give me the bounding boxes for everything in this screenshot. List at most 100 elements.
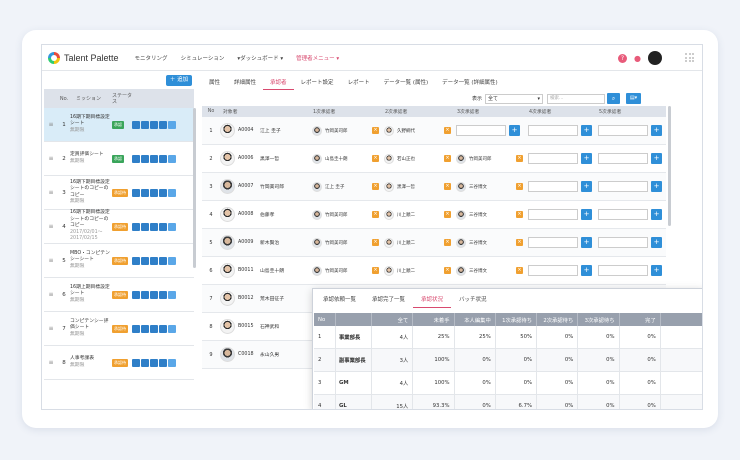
help-icon[interactable]: ? xyxy=(618,53,627,63)
search-input[interactable]: 検索... xyxy=(547,93,606,104)
remove-approver-button[interactable]: × xyxy=(516,183,523,190)
add-approver-button[interactable]: + xyxy=(581,181,592,192)
add-approver-button[interactable]: + xyxy=(581,125,592,136)
add-approver-button[interactable]: + xyxy=(651,125,662,136)
mission-row[interactable]: ≡ 7 コンピテンシー評価シート 無期限 承認待 xyxy=(44,312,194,346)
drag-handle-icon[interactable]: ≡ xyxy=(44,325,58,332)
drag-handle-icon[interactable]: ≡ xyxy=(44,257,58,264)
mission-scrollbar[interactable] xyxy=(193,108,196,268)
mission-row[interactable]: ≡ 2 定買評価シート 無期限 承認 xyxy=(44,142,194,176)
edit-icon[interactable] xyxy=(132,256,140,265)
remove-approver-button[interactable]: × xyxy=(516,267,523,274)
user-icon[interactable] xyxy=(141,188,149,197)
mission-row[interactable]: ≡ 6 16期上期目標設定シート 無期限 承認待 xyxy=(44,278,194,312)
edit-icon[interactable] xyxy=(132,188,140,197)
mission-row[interactable]: ≡ 1 16期下期目標設定シート 無期限 承認 xyxy=(44,108,194,142)
copy-icon[interactable] xyxy=(150,222,158,231)
drag-handle-icon[interactable]: ≡ xyxy=(44,359,58,366)
heart-icon[interactable] xyxy=(159,222,167,231)
mission-row[interactable]: ≡ 8 人事考課表 無期限 承認待 xyxy=(44,346,194,380)
nav-item-simulation[interactable]: シミュレーション xyxy=(181,54,225,62)
mission-row[interactable]: ≡ 5 MBO・コンピテンシーシート 無期限 承認待 xyxy=(44,244,194,278)
export-button[interactable]: ▤▾ xyxy=(626,93,642,104)
minus-icon[interactable] xyxy=(168,290,176,299)
heart-icon[interactable] xyxy=(159,256,167,265)
copy-icon[interactable] xyxy=(150,120,158,129)
user-icon[interactable] xyxy=(141,120,149,129)
remove-approver-button[interactable]: × xyxy=(444,127,451,134)
add-approver-button[interactable]: + xyxy=(651,237,662,248)
remove-approver-button[interactable]: × xyxy=(516,211,523,218)
remove-approver-button[interactable]: × xyxy=(372,211,379,218)
drag-handle-icon[interactable]: ≡ xyxy=(44,223,58,230)
edit-icon[interactable] xyxy=(132,154,140,163)
popup-tab-2[interactable]: 承認状況 xyxy=(413,291,452,308)
add-approver-button[interactable]: + xyxy=(651,209,662,220)
add-approver-button[interactable]: + xyxy=(581,265,592,276)
heart-icon[interactable] xyxy=(159,290,167,299)
heart-icon[interactable] xyxy=(159,324,167,333)
user-icon[interactable] xyxy=(141,324,149,333)
logo[interactable]: Talent Palette xyxy=(48,51,119,64)
edit-icon[interactable] xyxy=(132,324,140,333)
popup-tab-3[interactable]: バッチ状況 xyxy=(451,291,495,307)
remove-approver-button[interactable]: × xyxy=(516,239,523,246)
table-scrollbar[interactable] xyxy=(668,106,671,226)
user-icon[interactable] xyxy=(141,358,149,367)
remove-approver-button[interactable]: × xyxy=(444,211,451,218)
tab-6[interactable]: データ一覧 (詳細属性) xyxy=(435,75,505,90)
minus-icon[interactable] xyxy=(168,222,176,231)
minus-icon[interactable] xyxy=(168,256,176,265)
chat-icon[interactable]: ● xyxy=(633,54,642,63)
mission-row[interactable]: ≡ 3 16期下期目標設定シートのコピーのコピー 無期限 承認待 xyxy=(44,176,194,210)
user-icon[interactable] xyxy=(141,222,149,231)
nav-item-admin-menu[interactable]: 管理者メニュー ▾ xyxy=(296,54,339,62)
remove-approver-button[interactable]: × xyxy=(372,267,379,274)
approver-input[interactable] xyxy=(598,265,648,276)
user-icon[interactable] xyxy=(141,256,149,265)
remove-approver-button[interactable]: × xyxy=(444,155,451,162)
add-approver-button[interactable]: + xyxy=(651,265,662,276)
nav-item-dashboard[interactable]: ▾ダッシュボード ▾ xyxy=(237,54,283,62)
edit-icon[interactable] xyxy=(132,222,140,231)
drag-handle-icon[interactable]: ≡ xyxy=(44,155,58,162)
edit-icon[interactable] xyxy=(132,120,140,129)
remove-approver-button[interactable]: × xyxy=(516,155,523,162)
approver-input[interactable] xyxy=(528,237,578,248)
remove-approver-button[interactable]: × xyxy=(444,267,451,274)
approver-input[interactable] xyxy=(598,181,648,192)
remove-approver-button[interactable]: × xyxy=(444,239,451,246)
heart-icon[interactable] xyxy=(159,154,167,163)
tab-1[interactable]: 詳細属性 xyxy=(227,75,263,90)
user-icon[interactable] xyxy=(141,154,149,163)
approver-input[interactable] xyxy=(528,125,578,136)
remove-approver-button[interactable]: × xyxy=(372,183,379,190)
approver-input[interactable] xyxy=(528,153,578,164)
approver-input[interactable] xyxy=(528,265,578,276)
minus-icon[interactable] xyxy=(168,324,176,333)
remove-approver-button[interactable]: × xyxy=(444,183,451,190)
copy-icon[interactable] xyxy=(150,256,158,265)
approver-input[interactable] xyxy=(528,209,578,220)
popup-tab-0[interactable]: 承認依頼一覧 xyxy=(315,291,364,307)
add-approver-button[interactable]: + xyxy=(651,181,662,192)
remove-approver-button[interactable]: × xyxy=(372,239,379,246)
copy-icon[interactable] xyxy=(150,188,158,197)
drag-handle-icon[interactable]: ≡ xyxy=(44,291,58,298)
minus-icon[interactable] xyxy=(168,120,176,129)
copy-icon[interactable] xyxy=(150,358,158,367)
drag-handle-icon[interactable]: ≡ xyxy=(44,189,58,196)
add-approver-button[interactable]: + xyxy=(581,237,592,248)
search-button[interactable]: ⌕ xyxy=(607,93,621,104)
heart-icon[interactable] xyxy=(159,188,167,197)
tab-0[interactable]: 属性 xyxy=(202,75,227,90)
tab-2[interactable]: 承認者 xyxy=(263,75,294,90)
minus-icon[interactable] xyxy=(168,188,176,197)
approver-input[interactable] xyxy=(598,125,648,136)
copy-icon[interactable] xyxy=(150,154,158,163)
approver-input[interactable] xyxy=(598,209,648,220)
approver-input[interactable] xyxy=(598,153,648,164)
filter-select[interactable]: 全て xyxy=(485,93,544,104)
heart-icon[interactable] xyxy=(159,120,167,129)
add-approver-button[interactable]: + xyxy=(581,209,592,220)
